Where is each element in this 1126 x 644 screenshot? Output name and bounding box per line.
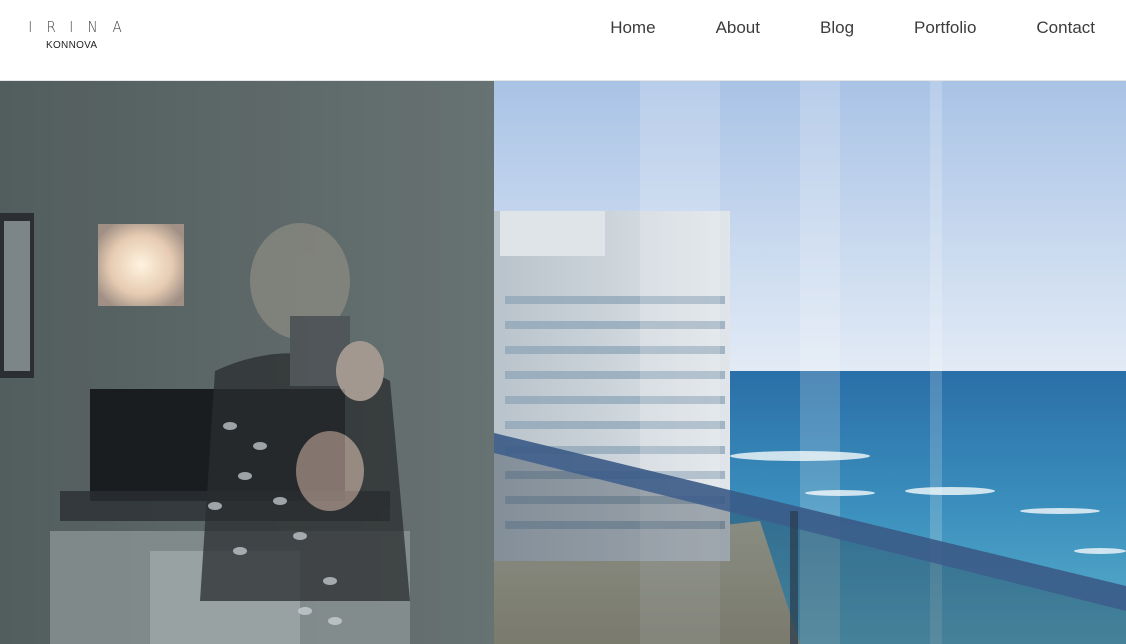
logo-letter: R [46, 18, 56, 36]
hero-photo [0, 81, 1126, 644]
logo-letter: A [112, 18, 122, 36]
nav-home-link[interactable]: Home [610, 18, 655, 38]
site-header: I R I N A KONNOVA Home About Blog Portfo… [0, 0, 1126, 81]
main-nav: Home About Blog Portfolio Contact [610, 18, 1095, 38]
logo-letter: I [69, 18, 74, 36]
hero-image [0, 81, 1126, 644]
nav-portfolio-link[interactable]: Portfolio [914, 18, 976, 38]
logo-letter: I [28, 18, 33, 36]
nav-about-link[interactable]: About [716, 18, 760, 38]
site-logo[interactable]: I R I N A KONNOVA [28, 18, 128, 58]
nav-contact-link[interactable]: Contact [1036, 18, 1095, 38]
logo-subtitle: KONNOVA [46, 40, 98, 51]
logo-mark: I R I N A [28, 18, 122, 36]
nav-blog-link[interactable]: Blog [820, 18, 854, 38]
logo-letter: N [87, 18, 98, 36]
page: I R I N A KONNOVA Home About Blog Portfo… [0, 0, 1126, 644]
